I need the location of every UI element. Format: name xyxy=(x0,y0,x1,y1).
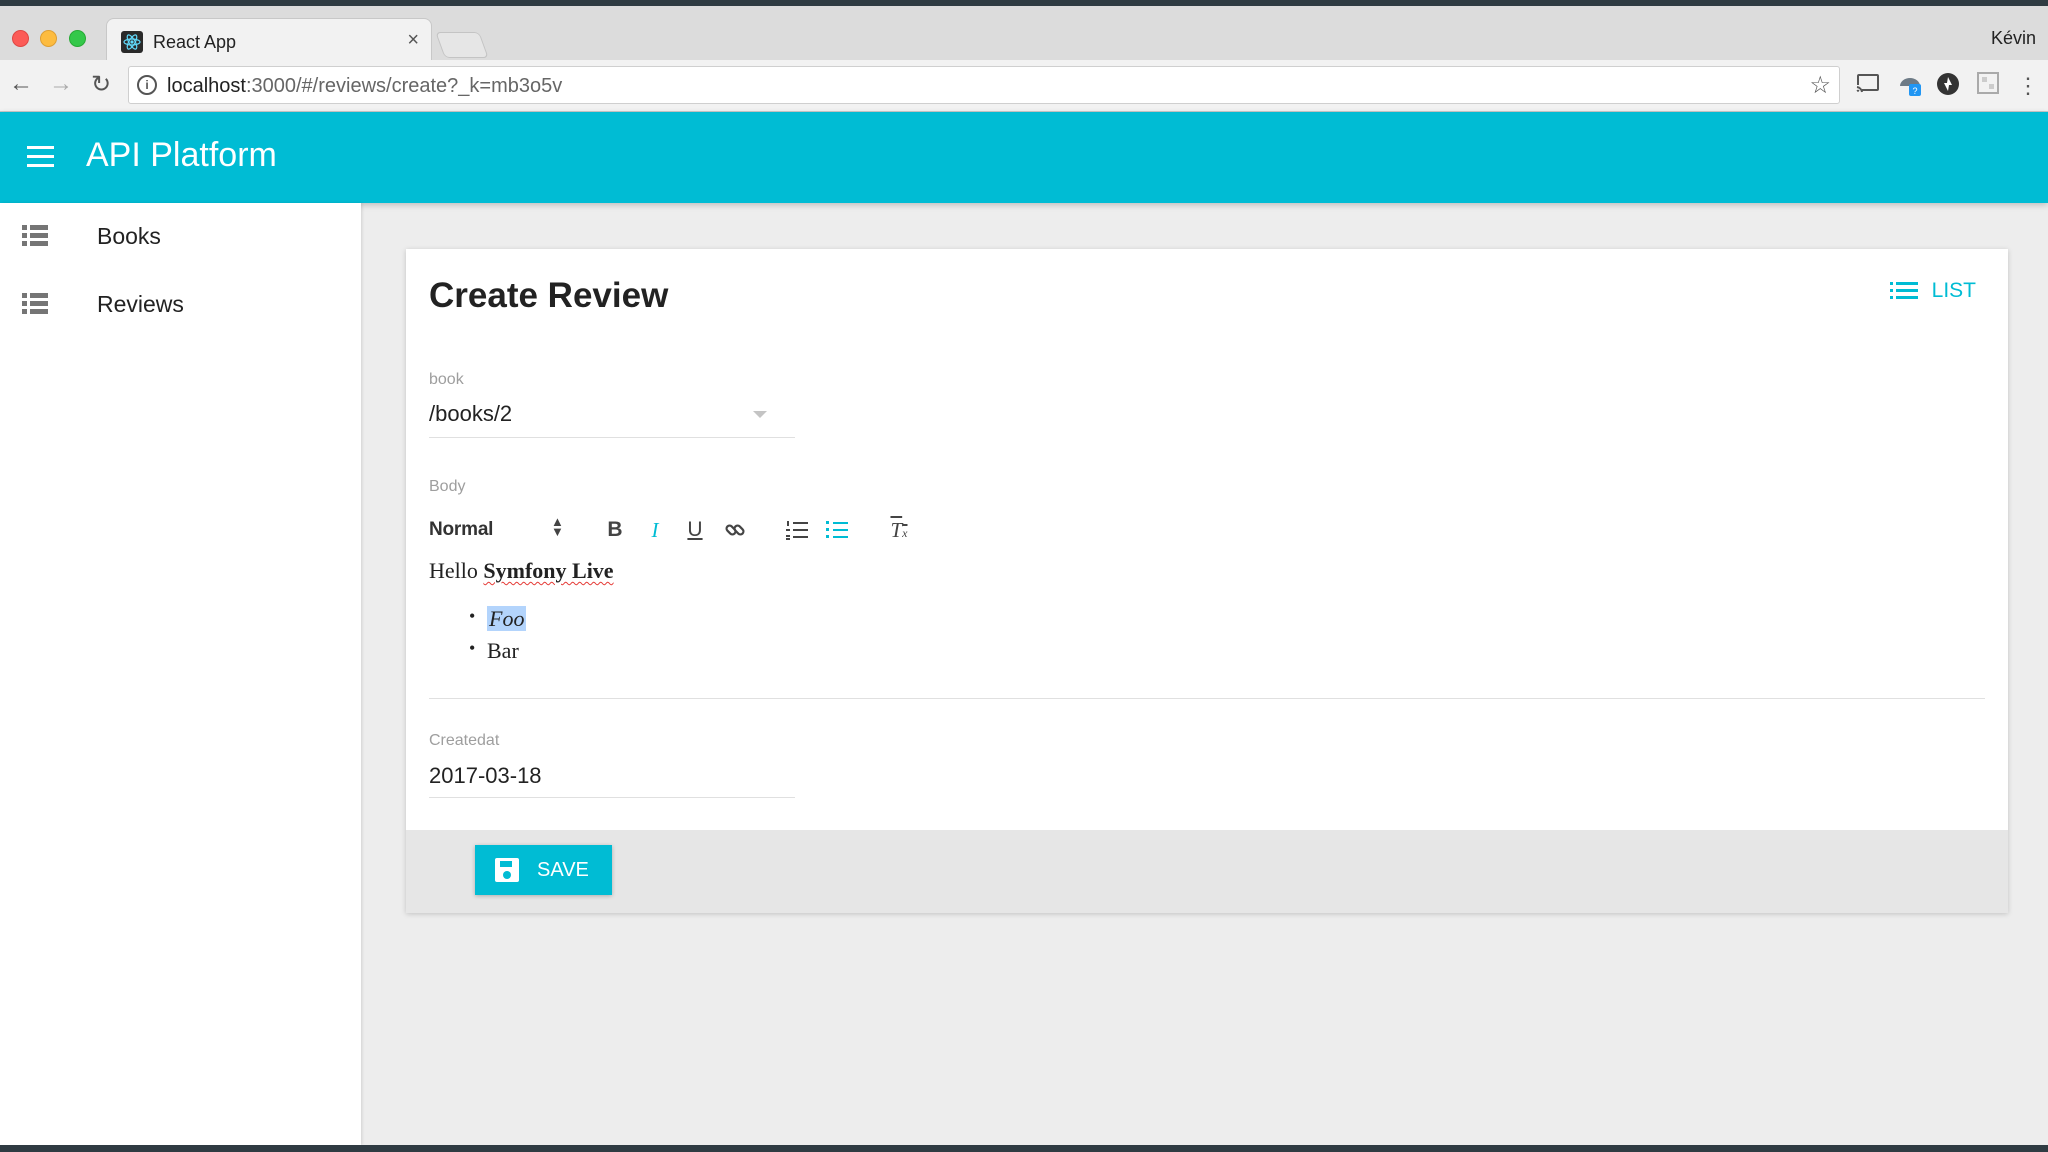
format-select-value: Normal xyxy=(429,519,494,540)
clear-formatting-icon[interactable]: Tx xyxy=(885,515,913,545)
book-select[interactable]: /books/2 xyxy=(429,395,795,437)
browser-tab[interactable]: React App × xyxy=(106,18,432,66)
minimize-window-button[interactable] xyxy=(40,30,57,47)
window-bottom-border xyxy=(0,1145,2048,1152)
bold-icon[interactable]: B xyxy=(601,515,629,545)
page-title: Create Review xyxy=(429,276,669,315)
format-select[interactable]: Normal ▲ ▼ xyxy=(429,513,569,549)
rich-text-editor[interactable]: Hello Symfony Live Foo Bar xyxy=(429,558,1985,670)
link-icon[interactable] xyxy=(721,515,749,545)
list-button-label: LIST xyxy=(1931,279,1976,302)
url-text: localhost:3000/#/reviews/create?_k=mb3o5… xyxy=(167,75,562,98)
create-form-card: Create Review LIST book /books/2 Body No… xyxy=(406,249,2008,913)
list-view-icon xyxy=(22,225,48,247)
tab-close-icon[interactable]: × xyxy=(407,29,419,52)
list-item-text: Bar xyxy=(487,638,519,663)
editor-bullet-list: Foo Bar xyxy=(429,606,1985,670)
profile-name[interactable]: Kévin xyxy=(1991,28,2036,49)
menu-icon[interactable] xyxy=(27,146,54,168)
chevron-down-icon xyxy=(753,411,767,418)
new-tab-button[interactable] xyxy=(435,32,489,58)
list-icon xyxy=(1889,281,1918,301)
form-toolbar: SAVE xyxy=(406,830,2008,913)
maximize-window-button[interactable] xyxy=(69,30,86,47)
book-select-value: /books/2 xyxy=(429,401,513,426)
close-window-button[interactable] xyxy=(12,30,29,47)
editor-text-hello: Hello xyxy=(429,558,478,583)
site-info-icon[interactable]: i xyxy=(137,75,157,95)
book-field-underline xyxy=(429,437,795,438)
app-root: API Platform Books Reviews Create Review… xyxy=(0,112,2048,1145)
react-logo-icon xyxy=(121,31,143,53)
createdat-field[interactable]: 2017-03-18 xyxy=(429,757,795,797)
save-icon xyxy=(495,858,519,882)
italic-icon[interactable]: I xyxy=(641,515,669,545)
ordered-list-icon[interactable] xyxy=(783,515,811,545)
browser-menu-icon[interactable]: ⋮ xyxy=(2014,72,2042,100)
save-button[interactable]: SAVE xyxy=(475,845,612,895)
tab-title: React App xyxy=(153,32,237,52)
createdat-value: 2017-03-18 xyxy=(429,763,542,788)
address-bar: ← → ↻ i localhost:3000/#/reviews/create?… xyxy=(0,60,2048,112)
app-bar: API Platform xyxy=(0,112,2048,203)
createdat-field-underline xyxy=(429,797,795,798)
url-path: :3000/#/reviews/create?_k=mb3o5v xyxy=(245,75,563,97)
selected-text: Foo xyxy=(487,606,527,631)
underline-icon[interactable]: U xyxy=(681,515,709,545)
reload-icon[interactable]: ↻ xyxy=(86,70,116,99)
sidebar: Books Reviews xyxy=(0,203,361,1145)
list-view-icon xyxy=(22,293,48,315)
sidebar-item-label: Reviews xyxy=(97,291,184,317)
body-field-underline xyxy=(429,698,1985,699)
book-field-label: book xyxy=(429,371,464,388)
back-icon[interactable]: ← xyxy=(6,70,36,98)
cast-icon[interactable] xyxy=(1854,72,1882,100)
list-button[interactable]: LIST xyxy=(1889,273,1976,309)
bookmark-star-icon[interactable]: ☆ xyxy=(1809,71,1831,100)
url-field[interactable]: i localhost:3000/#/reviews/create?_k=mb3… xyxy=(128,66,1840,104)
createdat-field-label: Createdat xyxy=(429,732,500,749)
save-button-label: SAVE xyxy=(537,858,589,881)
body-field-label: Body xyxy=(429,478,466,495)
svg-text:?: ? xyxy=(1912,86,1917,96)
rich-text-toolbar: Normal ▲ ▼ B I U Tx xyxy=(429,513,1029,549)
sidebar-item-books[interactable]: Books xyxy=(0,203,361,267)
forward-icon[interactable]: → xyxy=(46,70,76,98)
list-item: Foo xyxy=(469,606,1985,638)
list-item: Bar xyxy=(469,638,1985,670)
extension-grid-icon[interactable] xyxy=(1974,72,2002,100)
app-title: API Platform xyxy=(86,136,277,174)
editor-text-bold: Symfony Live xyxy=(483,558,614,583)
sidebar-item-reviews[interactable]: Reviews xyxy=(0,271,361,335)
updown-arrows-icon: ▲ ▼ xyxy=(551,514,564,539)
editor-paragraph: Hello Symfony Live xyxy=(429,558,1985,584)
extension-hat-icon[interactable]: ? xyxy=(1896,72,1924,100)
tab-strip: React App × Kévin xyxy=(0,6,2048,66)
extension-circle-icon[interactable] xyxy=(1934,72,1962,100)
sidebar-item-label: Books xyxy=(97,223,161,249)
bullet-list-icon[interactable] xyxy=(823,515,851,545)
url-host: localhost xyxy=(167,75,246,97)
